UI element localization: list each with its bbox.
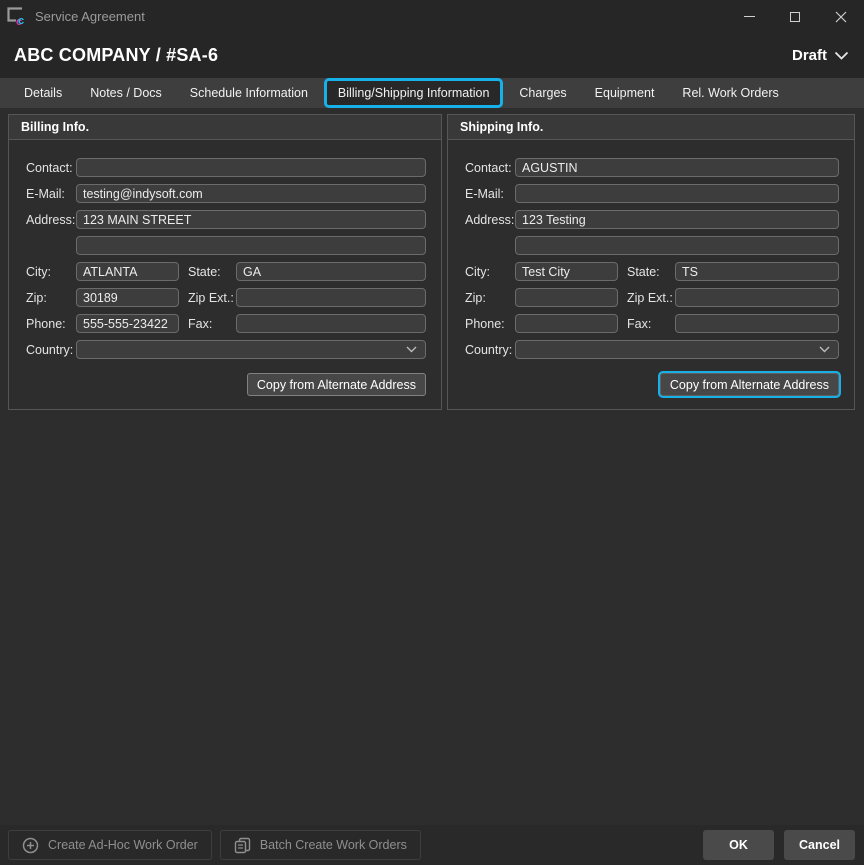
shipping-address2-input[interactable] xyxy=(515,236,839,255)
shipping-phone-label: Phone: xyxy=(465,317,515,331)
tab-schedule-information[interactable]: Schedule Information xyxy=(176,78,322,108)
shipping-city-input[interactable] xyxy=(515,262,618,281)
shipping-contact-input[interactable] xyxy=(515,158,839,177)
tab-equipment[interactable]: Equipment xyxy=(581,78,669,108)
billing-phone-label: Phone: xyxy=(26,317,76,331)
shipping-fax-label: Fax: xyxy=(627,317,675,331)
billing-fax-label: Fax: xyxy=(188,317,236,331)
billing-zip-ext-input[interactable] xyxy=(236,288,426,307)
tab-billing-shipping-information[interactable]: Billing/Shipping Information xyxy=(324,78,503,108)
billing-city-label: City: xyxy=(26,265,76,279)
shipping-state-label: State: xyxy=(627,265,675,279)
billing-email-label: E-Mail: xyxy=(26,187,76,201)
shipping-country-select[interactable] xyxy=(515,340,839,359)
billing-contact-input[interactable] xyxy=(76,158,426,177)
close-button[interactable] xyxy=(818,0,864,33)
shipping-phone-input[interactable] xyxy=(515,314,618,333)
billing-info-panel: Billing Info. Contact: E-Mail: Address: … xyxy=(8,114,442,410)
billing-address-label: Address: xyxy=(26,213,76,227)
billing-contact-label: Contact: xyxy=(26,161,76,175)
tab-details[interactable]: Details xyxy=(10,78,76,108)
billing-city-input[interactable] xyxy=(76,262,179,281)
cancel-button[interactable]: Cancel xyxy=(784,830,855,860)
billing-zip-input[interactable] xyxy=(76,288,179,307)
content-area: Billing Info. Contact: E-Mail: Address: … xyxy=(0,108,864,825)
close-icon xyxy=(835,11,847,23)
shipping-zip-input[interactable] xyxy=(515,288,618,307)
chevron-down-icon xyxy=(819,346,830,353)
shipping-email-input[interactable] xyxy=(515,184,839,203)
record-header: ABC COMPANY / #SA-6 Draft xyxy=(0,33,864,78)
svg-text:c: c xyxy=(18,15,24,26)
shipping-email-label: E-Mail: xyxy=(465,187,515,201)
shipping-address-label: Address: xyxy=(465,213,515,227)
chevron-down-icon xyxy=(834,51,849,60)
billing-state-input[interactable] xyxy=(236,262,426,281)
copy-documents-icon xyxy=(234,837,251,854)
billing-email-input[interactable] xyxy=(76,184,426,203)
record-title: ABC COMPANY / #SA-6 xyxy=(14,45,218,66)
create-adhoc-work-order-label: Create Ad-Hoc Work Order xyxy=(48,838,198,852)
shipping-city-label: City: xyxy=(465,265,515,279)
status-dropdown[interactable]: Draft xyxy=(792,47,849,64)
billing-copy-from-alternate-address-button[interactable]: Copy from Alternate Address xyxy=(247,373,426,396)
footer-bar: Create Ad-Hoc Work Order Batch Create Wo… xyxy=(0,825,864,865)
minimize-icon xyxy=(744,16,755,17)
chevron-down-icon xyxy=(406,346,417,353)
shipping-zip-label: Zip: xyxy=(465,291,515,305)
minimize-button[interactable] xyxy=(726,0,772,33)
tab-charges[interactable]: Charges xyxy=(505,78,580,108)
window-title: Service Agreement xyxy=(35,9,145,24)
window-controls xyxy=(726,0,864,33)
plus-circle-icon xyxy=(22,837,39,854)
shipping-country-label: Country: xyxy=(465,343,515,357)
shipping-state-input[interactable] xyxy=(675,262,839,281)
billing-country-label: Country: xyxy=(26,343,76,357)
shipping-info-panel: Shipping Info. Contact: E-Mail: Address:… xyxy=(447,114,855,410)
maximize-button[interactable] xyxy=(772,0,818,33)
shipping-fax-input[interactable] xyxy=(675,314,839,333)
ok-button[interactable]: OK xyxy=(703,830,774,860)
tab-rel-work-orders[interactable]: Rel. Work Orders xyxy=(668,78,792,108)
tab-bar: Details Notes / Docs Schedule Informatio… xyxy=(0,78,864,108)
billing-address2-input[interactable] xyxy=(76,236,426,255)
billing-fax-input[interactable] xyxy=(236,314,426,333)
shipping-zip-ext-label: Zip Ext.: xyxy=(627,291,675,305)
billing-state-label: State: xyxy=(188,265,236,279)
tab-notes-docs[interactable]: Notes / Docs xyxy=(76,78,176,108)
app-logo-icon: c c xyxy=(7,7,27,26)
billing-phone-input[interactable] xyxy=(76,314,179,333)
billing-address1-input[interactable] xyxy=(76,210,426,229)
batch-create-work-orders-button[interactable]: Batch Create Work Orders xyxy=(220,830,421,860)
billing-zip-ext-label: Zip Ext.: xyxy=(188,291,236,305)
title-bar: c c Service Agreement xyxy=(0,0,864,33)
billing-panel-title: Billing Info. xyxy=(9,115,441,140)
shipping-zip-ext-input[interactable] xyxy=(675,288,839,307)
shipping-panel-title: Shipping Info. xyxy=(448,115,854,140)
shipping-contact-label: Contact: xyxy=(465,161,515,175)
shipping-address1-input[interactable] xyxy=(515,210,839,229)
billing-country-select[interactable] xyxy=(76,340,426,359)
shipping-copy-from-alternate-address-button[interactable]: Copy from Alternate Address xyxy=(660,373,839,396)
create-adhoc-work-order-button[interactable]: Create Ad-Hoc Work Order xyxy=(8,830,212,860)
maximize-icon xyxy=(790,12,800,22)
billing-zip-label: Zip: xyxy=(26,291,76,305)
status-badge: Draft xyxy=(792,47,827,64)
batch-create-work-orders-label: Batch Create Work Orders xyxy=(260,838,407,852)
